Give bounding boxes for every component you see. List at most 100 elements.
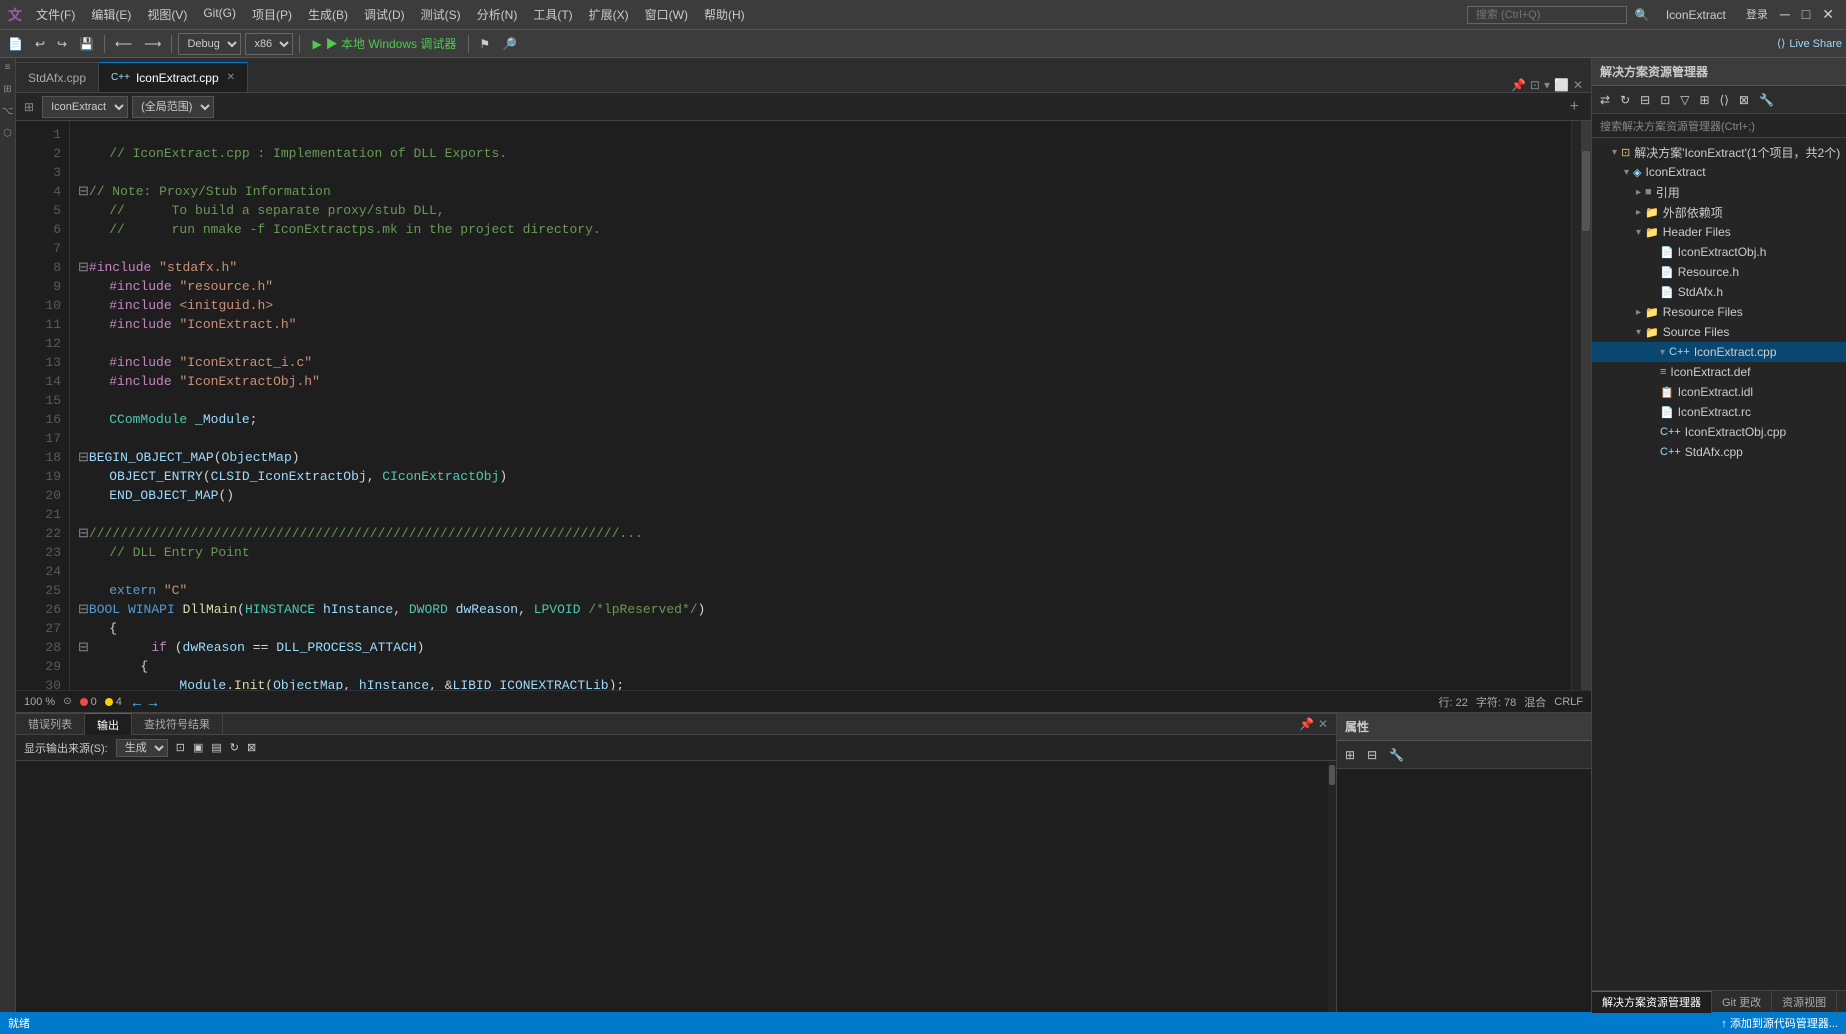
- menu-window[interactable]: 窗口(W): [639, 4, 694, 25]
- tab-find-symbols[interactable]: 查找符号结果: [132, 713, 223, 735]
- sol-show-all-btn[interactable]: ⊡: [1656, 91, 1674, 109]
- platform-select[interactable]: x86: [245, 33, 293, 55]
- menu-extensions[interactable]: 扩展(X): [583, 4, 635, 25]
- menu-edit[interactable]: 编辑(E): [85, 4, 137, 25]
- bottom-panel-pin-icon[interactable]: 📌: [1299, 717, 1314, 731]
- tab-split-icon[interactable]: ⊡: [1530, 78, 1540, 92]
- find-btn[interactable]: 🔎: [498, 35, 521, 53]
- tab-maximize-icon[interactable]: ⬜: [1554, 78, 1569, 92]
- next-arrow[interactable]: →: [146, 694, 160, 710]
- global-search-input[interactable]: [1467, 6, 1627, 24]
- menu-tools[interactable]: 工具(T): [527, 4, 578, 25]
- menu-analyze[interactable]: 分析(N): [471, 4, 524, 25]
- menu-file[interactable]: 文件(F): [30, 4, 81, 25]
- menu-project[interactable]: 项目(P): [246, 4, 298, 25]
- debug-config-select[interactable]: Debug: [178, 33, 241, 55]
- sol-tab-solution-explorer[interactable]: 解决方案资源管理器: [1592, 991, 1712, 1013]
- sol-tab-resource-view[interactable]: 资源视图: [1772, 991, 1837, 1013]
- tree-file-iconextract-cpp[interactable]: ▾ C++ IconExtract.cpp: [1592, 342, 1846, 362]
- tab-stdafx[interactable]: StdAfx.cpp: [16, 62, 99, 92]
- sol-code-btn[interactable]: ⟨⟩: [1716, 91, 1733, 109]
- undo-btn[interactable]: ↩: [31, 35, 49, 53]
- vertical-scrollbar[interactable]: [1581, 121, 1591, 690]
- tree-references[interactable]: ▸ ■ 引用: [1592, 182, 1846, 202]
- tab-overflow-icon[interactable]: ▾: [1544, 78, 1550, 92]
- tree-file-iconextractobj-cpp[interactable]: C++ IconExtractObj.cpp: [1592, 422, 1846, 442]
- sol-maximize-btn[interactable]: 🔧: [1755, 91, 1778, 109]
- output-toolbar-btn5[interactable]: ⊠: [247, 741, 256, 754]
- tree-external-deps[interactable]: ▸ 📁 外部依赖项: [1592, 202, 1846, 222]
- tree-file-stdafx-h[interactable]: 📄 StdAfx.h: [1592, 282, 1846, 302]
- output-toolbar-btn2[interactable]: ▣: [193, 741, 203, 754]
- tab-close-panel-icon[interactable]: ✕: [1573, 78, 1583, 92]
- menu-view[interactable]: 视图(V): [141, 4, 193, 25]
- sol-filter-btn[interactable]: ▽: [1676, 91, 1693, 109]
- tab-iconextract-label: IconExtract.cpp: [136, 71, 219, 85]
- sol-sync-btn[interactable]: ⇄: [1596, 91, 1614, 109]
- code-content[interactable]: // IconExtract.cpp : Implementation of D…: [70, 121, 1571, 690]
- tree-file-iconextract-def[interactable]: ≡ IconExtract.def: [1592, 362, 1846, 382]
- sol-preview-btn[interactable]: ⊠: [1735, 91, 1753, 109]
- window-minimize-btn[interactable]: ─: [1776, 6, 1794, 23]
- code-editor[interactable]: 1234567891011121314151617181920212223242…: [16, 121, 1591, 690]
- menu-test[interactable]: 测试(S): [415, 4, 467, 25]
- output-source-select[interactable]: 生成: [116, 739, 168, 757]
- tree-file-resource-h[interactable]: 📄 Resource.h: [1592, 262, 1846, 282]
- prev-arrow[interactable]: ←: [130, 694, 144, 710]
- tab-output[interactable]: 输出: [85, 713, 132, 735]
- activity-git-icon[interactable]: ⌥: [1, 106, 15, 120]
- redo2-btn[interactable]: ⟶: [140, 35, 165, 53]
- tab-iconextract[interactable]: C++ IconExtract.cpp ✕: [99, 62, 248, 92]
- tab-error-list[interactable]: 错误列表: [16, 713, 85, 735]
- menu-debug[interactable]: 调试(D): [358, 4, 411, 25]
- save-btn[interactable]: 💾: [75, 35, 98, 53]
- solution-search-box[interactable]: 搜索解决方案资源管理器(Ctrl+;): [1592, 114, 1846, 138]
- activity-search-icon[interactable]: ⊞: [1, 84, 15, 98]
- nav-plus-btn[interactable]: +: [1562, 98, 1587, 116]
- login-label[interactable]: 登录: [1742, 6, 1772, 23]
- live-share-btn[interactable]: ⟨⟩ Live Share: [1777, 37, 1842, 50]
- tree-file-stdafx-cpp[interactable]: C++ StdAfx.cpp: [1592, 442, 1846, 462]
- tree-file-iconextractobj-h[interactable]: 📄 IconExtractObj.h: [1592, 242, 1846, 262]
- tree-project[interactable]: ▾ ◈ IconExtract: [1592, 162, 1846, 182]
- window-close-btn[interactable]: ✕: [1818, 6, 1838, 23]
- props-grid-btn[interactable]: ⊞: [1341, 746, 1359, 764]
- output-toolbar-btn4[interactable]: ↻: [230, 741, 239, 754]
- window-maximize-btn[interactable]: □: [1798, 6, 1814, 23]
- zoom-label[interactable]: 100 %: [24, 696, 55, 708]
- props-sort-btn[interactable]: ⊟: [1363, 746, 1381, 764]
- activity-solution-icon[interactable]: ≡: [1, 62, 15, 76]
- tab-pin-icon[interactable]: 📌: [1511, 78, 1526, 92]
- context-select[interactable]: IconExtract: [42, 96, 128, 118]
- activity-debug-icon[interactable]: ⬡: [1, 128, 15, 142]
- bookmark-btn[interactable]: ⚑: [475, 35, 494, 53]
- sol-props-btn[interactable]: ⊞: [1695, 91, 1713, 109]
- sol-refresh-btn[interactable]: ↻: [1616, 91, 1634, 109]
- menu-git[interactable]: Git(G): [197, 4, 242, 25]
- new-file-btn[interactable]: 📄: [4, 35, 27, 53]
- bottom-panel-close-icon[interactable]: ✕: [1318, 717, 1328, 731]
- tree-header-files[interactable]: ▾ 📁 Header Files: [1592, 222, 1846, 242]
- props-search-btn[interactable]: 🔧: [1385, 746, 1408, 764]
- output-toolbar-btn1[interactable]: ⊡: [176, 741, 185, 754]
- sol-tab-git-changes[interactable]: Git 更改: [1712, 991, 1772, 1013]
- tree-file-iconextract-rc[interactable]: 📄 IconExtract.rc: [1592, 402, 1846, 422]
- undo2-btn[interactable]: ⟵: [111, 35, 136, 53]
- warning-count[interactable]: 4: [105, 696, 122, 708]
- menu-help[interactable]: 帮助(H): [698, 4, 751, 25]
- start-debug-btn[interactable]: ▶ ▶ 本地 Windows 调试器: [306, 33, 462, 54]
- error-count[interactable]: 0: [80, 696, 97, 708]
- tab-close-btn[interactable]: ✕: [227, 72, 235, 83]
- status-add-to-vcs[interactable]: ↑ 添加到源代码管理器...: [1721, 1015, 1838, 1031]
- tree-resource-files[interactable]: ▸ 📁 Resource Files: [1592, 302, 1846, 322]
- nav-arrows[interactable]: ← →: [130, 694, 160, 710]
- scope-select[interactable]: (全局范围): [132, 96, 214, 118]
- sol-collapse-btn[interactable]: ⊟: [1636, 91, 1654, 109]
- file-resource-h-label: Resource.h: [1678, 265, 1739, 279]
- menu-build[interactable]: 生成(B): [302, 4, 354, 25]
- tree-file-iconextract-idl[interactable]: 📋 IconExtract.idl: [1592, 382, 1846, 402]
- redo-btn[interactable]: ↪: [53, 35, 71, 53]
- tree-source-files[interactable]: ▾ 📁 Source Files: [1592, 322, 1846, 342]
- tree-solution-root[interactable]: ▾ ⊡ 解决方案'IconExtract'(1个项目，共2个): [1592, 142, 1846, 162]
- output-toolbar-btn3[interactable]: ▤: [211, 741, 221, 754]
